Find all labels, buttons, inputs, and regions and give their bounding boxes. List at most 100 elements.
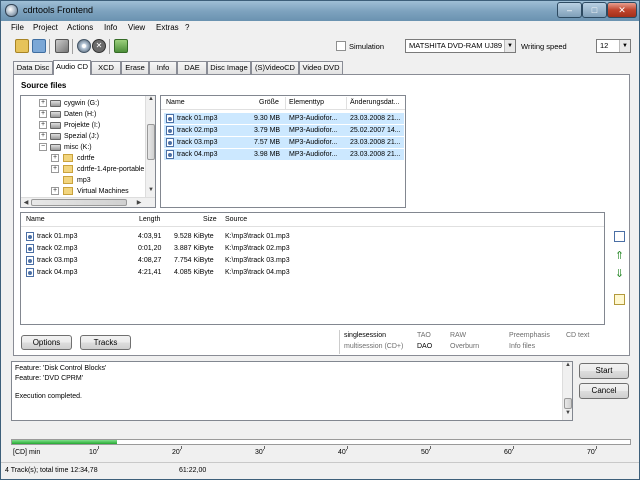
tree-horizontal-scrollbar[interactable]: ◀ ▶	[21, 197, 155, 207]
menu-view[interactable]: View	[128, 23, 145, 32]
menu-project[interactable]: Project	[33, 23, 58, 32]
tree-item-label: Virtual Machines	[77, 188, 129, 195]
scroll-thumb[interactable]	[31, 199, 127, 206]
collapse-icon[interactable]: −	[39, 143, 47, 151]
tree-vertical-scrollbar[interactable]: ▲ ▼	[145, 96, 155, 197]
menu-file[interactable]: File	[11, 23, 24, 32]
menu-extras[interactable]: Extras	[156, 23, 179, 32]
expand-icon[interactable]: +	[39, 132, 47, 140]
scroll-thumb[interactable]	[147, 124, 155, 160]
drive-icon	[50, 111, 61, 118]
folder-tree[interactable]: + cygwin (G:) + Daten (H:) + Projekte (I…	[20, 95, 156, 208]
burn-disc-icon[interactable]	[77, 39, 91, 53]
expand-icon[interactable]: +	[39, 110, 47, 118]
log-line: Execution completed.	[15, 393, 82, 400]
tree-item-label: cygwin (G:)	[64, 100, 100, 107]
drive-select[interactable]: MATSHITA DVD-RAM UJ89 ▼	[405, 39, 516, 53]
title-bar[interactable]: cdrtools Frontend – □ ✕	[1, 1, 639, 21]
scroll-up-icon[interactable]: ▲	[564, 362, 572, 368]
track-row[interactable]: track 04.mp3 4:21,41 4.085 KiByte K:\mp3…	[24, 267, 604, 278]
menu-help[interactable]: ?	[185, 23, 189, 32]
scroll-right-icon[interactable]: ▶	[135, 199, 143, 206]
tab-xcd[interactable]: XCD	[91, 61, 121, 74]
tree-item[interactable]: + Virtual Machines	[21, 186, 145, 197]
source-file-list[interactable]: Name Größe Elementtyp Änderungsdat... tr…	[160, 95, 406, 208]
chevron-down-icon[interactable]: ▼	[619, 40, 630, 52]
tree-item[interactable]: mp3	[21, 175, 145, 186]
tab-info[interactable]: Info	[149, 61, 177, 74]
tree-item[interactable]: + cdrtfe	[21, 153, 145, 164]
mp3-file-icon	[26, 256, 34, 265]
expand-icon[interactable]: +	[51, 187, 59, 195]
tree-item[interactable]: − misc (K:)	[21, 142, 145, 153]
tree-item[interactable]: + Projekte (I:)	[21, 120, 145, 131]
tree-item[interactable]: + cdrtfe-1.4pre-portable	[21, 164, 145, 175]
close-button[interactable]: ✕	[607, 2, 637, 18]
tab-data-disc[interactable]: Data Disc	[13, 61, 53, 74]
expand-icon[interactable]: +	[51, 165, 59, 173]
track-row[interactable]: track 02.mp3 0:01,20 3.887 KiByte K:\mp3…	[24, 243, 604, 254]
simulation-checkbox[interactable]	[336, 41, 346, 51]
scroll-down-icon[interactable]: ▼	[564, 410, 572, 416]
cancel-button[interactable]: Cancel	[579, 383, 629, 399]
tab-svideocd[interactable]: (S)VideoCD	[251, 61, 299, 74]
save-project-icon[interactable]	[32, 39, 46, 53]
menu-actions[interactable]: Actions	[67, 23, 93, 32]
scroll-thumb[interactable]	[564, 398, 572, 409]
exit-icon[interactable]	[114, 39, 128, 53]
expand-icon[interactable]: +	[39, 99, 47, 107]
track-row[interactable]: track 01.mp3 4:03,91 9.528 KiByte K:\mp3…	[24, 231, 604, 242]
source-files-label: Source files	[21, 81, 67, 90]
tab-disc-image[interactable]: Disc Image	[207, 61, 251, 74]
column-header-name[interactable]: Name	[166, 99, 185, 106]
tree-item[interactable]: + cygwin (G:)	[21, 98, 145, 109]
tree-item[interactable]: + Spezial (J:)	[21, 131, 145, 142]
tab-erase[interactable]: Erase	[121, 61, 149, 74]
tree-item[interactable]: + Daten (H:)	[21, 109, 145, 120]
expand-icon[interactable]: +	[51, 154, 59, 162]
add-file-icon[interactable]	[614, 231, 625, 242]
properties-icon[interactable]	[614, 294, 625, 305]
source-file-row[interactable]: track 02.mp3 3.79 MB MP3-Audiofor... 25.…	[164, 125, 404, 136]
log-output[interactable]: Feature: 'Disk Control Blocks' Feature: …	[11, 361, 573, 421]
column-divider[interactable]	[285, 97, 286, 109]
options-button[interactable]: Options	[21, 335, 72, 350]
new-project-icon[interactable]	[15, 39, 29, 53]
column-header-type[interactable]: Elementtyp	[289, 99, 324, 106]
expand-icon[interactable]: +	[39, 121, 47, 129]
tab-dae[interactable]: DAE	[177, 61, 207, 74]
tab-audio-cd[interactable]: Audio CD	[53, 60, 91, 75]
scroll-down-icon[interactable]: ▼	[147, 187, 155, 193]
scroll-left-icon[interactable]: ◀	[22, 199, 30, 206]
writing-speed-select[interactable]: 12 ▼	[596, 39, 631, 53]
source-file-row[interactable]: track 04.mp3 3.98 MB MP3-Audiofor... 23.…	[164, 149, 404, 160]
column-header-length[interactable]: Length	[139, 216, 160, 223]
file-type: MP3-Audiofor...	[289, 127, 338, 134]
column-header-size[interactable]: Größe	[259, 99, 279, 106]
move-down-arrow-icon[interactable]: ⇓	[614, 269, 625, 280]
column-header-date[interactable]: Änderungsdat...	[350, 99, 399, 106]
chevron-down-icon[interactable]: ▼	[504, 40, 515, 52]
source-file-row[interactable]: track 01.mp3 9.30 MB MP3-Audiofor... 23.…	[164, 113, 404, 124]
tracks-button[interactable]: Tracks	[80, 335, 131, 350]
disc-capacity-bar	[11, 439, 631, 445]
maximize-button[interactable]: □	[582, 2, 607, 18]
settings-wrench-icon[interactable]	[55, 39, 69, 53]
column-header-name[interactable]: Name	[26, 216, 45, 223]
file-date: 23.03.2008 21...	[350, 139, 401, 146]
minimize-button[interactable]: –	[557, 2, 582, 18]
column-header-source[interactable]: Source	[225, 216, 247, 223]
column-header-size[interactable]: Size	[203, 216, 217, 223]
tab-video-dvd[interactable]: Video DVD	[299, 61, 343, 74]
track-row[interactable]: track 03.mp3 4:08,27 7.754 KiByte K:\mp3…	[24, 255, 604, 266]
start-button[interactable]: Start	[579, 363, 629, 379]
menu-info[interactable]: Info	[104, 23, 117, 32]
file-name: track 03.mp3	[177, 139, 218, 146]
move-up-arrow-icon[interactable]: ⇑	[614, 251, 625, 262]
source-file-row[interactable]: track 03.mp3 7.57 MB MP3-Audiofor... 23.…	[164, 137, 404, 148]
cancel-disc-icon[interactable]: ✕	[92, 39, 106, 53]
track-list[interactable]: Name Length Size Source track 01.mp3 4:0…	[20, 212, 605, 325]
column-divider[interactable]	[346, 97, 347, 109]
scroll-up-icon[interactable]: ▲	[147, 96, 155, 102]
log-scrollbar[interactable]: ▲ ▼	[562, 362, 572, 420]
